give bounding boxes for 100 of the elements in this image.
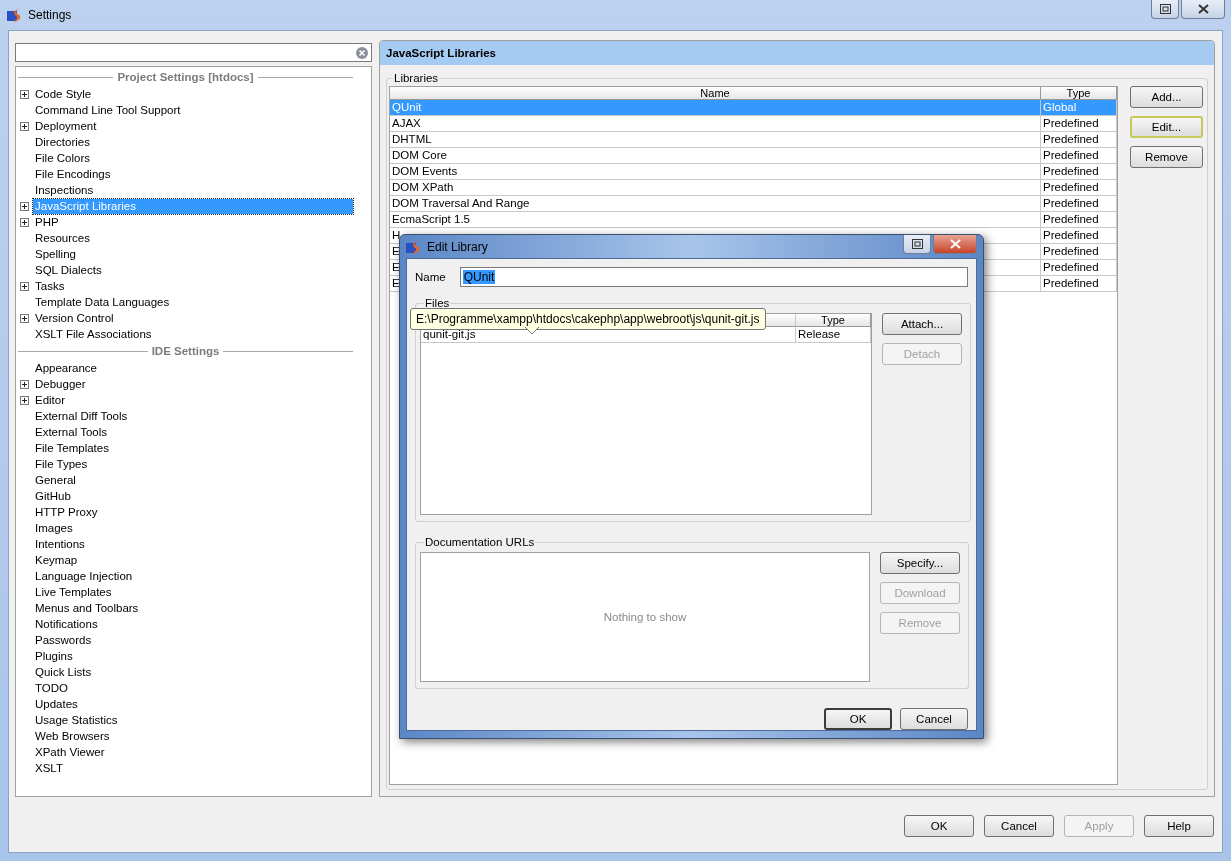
- tree-item[interactable]: Passwords: [33, 632, 94, 648]
- tree-item[interactable]: Web Browsers: [33, 728, 112, 744]
- expand-icon[interactable]: [20, 201, 29, 211]
- dialog-button[interactable]: Cancel: [984, 815, 1054, 837]
- tree-item[interactable]: External Diff Tools: [33, 408, 130, 424]
- tree-item[interactable]: External Tools: [33, 424, 110, 440]
- expand-icon[interactable]: [20, 313, 29, 323]
- tree-item[interactable]: TODO: [33, 680, 70, 696]
- tree-item[interactable]: Usage Statistics: [33, 712, 120, 728]
- tree-item[interactable]: Language Injection: [33, 568, 135, 584]
- tree-item[interactable]: File Encodings: [33, 166, 113, 182]
- table-cell: Predefined: [1043, 133, 1099, 145]
- table-cell: Predefined: [1043, 277, 1099, 289]
- table-cell[interactable]: E: [392, 245, 400, 257]
- table-cell[interactable]: H: [392, 229, 401, 241]
- action-button[interactable]: Remove: [1130, 146, 1203, 168]
- table-cell: Predefined: [1043, 197, 1099, 209]
- name-label: Name: [415, 271, 446, 283]
- tree-item[interactable]: XPath Viewer: [33, 744, 107, 760]
- expand-icon[interactable]: [20, 379, 29, 389]
- tree-item[interactable]: Tasks: [33, 278, 67, 294]
- tree-item[interactable]: General: [33, 472, 78, 488]
- table-cell[interactable]: EcmaScript 1.5: [392, 213, 470, 225]
- tree-item[interactable]: File Types: [33, 456, 90, 472]
- tree-item[interactable]: XSLT: [33, 760, 65, 776]
- table-cell[interactable]: DOM Events: [392, 165, 458, 177]
- table-cell: Predefined: [1043, 245, 1099, 257]
- expand-icon[interactable]: [20, 121, 29, 131]
- tree-item[interactable]: XSLT File Associations: [33, 326, 154, 342]
- table-cell[interactable]: DHTML: [392, 133, 432, 145]
- name-field[interactable]: QUnit: [459, 267, 968, 287]
- table-cell[interactable]: E: [392, 261, 400, 273]
- tree-item[interactable]: Images: [33, 520, 75, 536]
- tree-item[interactable]: Quick Lists: [33, 664, 94, 680]
- tree-item[interactable]: Intentions: [33, 536, 87, 552]
- group-label: Libraries: [393, 72, 440, 84]
- dialog-button[interactable]: Help: [1144, 815, 1214, 837]
- expand-icon[interactable]: [20, 281, 29, 291]
- tree-item[interactable]: Inspections: [33, 182, 96, 198]
- tree-item[interactable]: GitHub: [33, 488, 73, 504]
- close-icon: [949, 239, 961, 249]
- action-button[interactable]: Edit...: [1130, 116, 1203, 138]
- table-cell: Predefined: [1043, 117, 1099, 129]
- tree-item[interactable]: Editor: [33, 392, 68, 408]
- tree-item[interactable]: PHP: [33, 214, 61, 230]
- tree-item[interactable]: HTTP Proxy: [33, 504, 100, 520]
- group-label: Documentation URLs: [424, 536, 536, 548]
- table-cell[interactable]: DOM XPath: [392, 181, 454, 193]
- app-icon: [7, 7, 23, 23]
- tree-item[interactable]: Appearance: [33, 360, 100, 376]
- tree-item[interactable]: Notifications: [33, 616, 100, 632]
- column-header[interactable]: Type: [1041, 87, 1117, 100]
- table-cell: Predefined: [1043, 181, 1099, 193]
- clear-icon[interactable]: [356, 46, 368, 59]
- restore-icon: [1159, 4, 1171, 14]
- expand-icon[interactable]: [20, 395, 29, 405]
- tree-item[interactable]: Template Data Languages: [33, 294, 172, 310]
- app-icon: [406, 238, 422, 255]
- tree-item[interactable]: Deployment: [33, 118, 99, 134]
- tree-item[interactable]: Live Templates: [33, 584, 114, 600]
- action-button[interactable]: Attach...: [882, 313, 962, 335]
- search-field[interactable]: [15, 43, 372, 62]
- tree-item[interactable]: Directories: [33, 134, 92, 150]
- restore-button[interactable]: [903, 235, 931, 254]
- action-button[interactable]: Specify...: [880, 552, 960, 574]
- empty-message: Nothing to show: [603, 611, 687, 623]
- table-cell[interactable]: DOM Traversal And Range: [392, 197, 530, 209]
- close-button[interactable]: [933, 235, 977, 254]
- table-cell: Release: [796, 327, 871, 343]
- table-cell[interactable]: E: [392, 277, 400, 289]
- tree-item[interactable]: Spelling: [33, 246, 78, 262]
- table-cell[interactable]: DOM Core: [392, 149, 447, 161]
- dialog-button[interactable]: OK: [904, 815, 974, 837]
- restore-button[interactable]: [1151, 0, 1179, 19]
- dialog-button[interactable]: Cancel: [900, 708, 968, 730]
- restore-icon: [911, 239, 923, 249]
- dialog-button[interactable]: OK: [824, 708, 892, 730]
- tree-item[interactable]: Code Style: [33, 86, 94, 102]
- tree-item[interactable]: Debugger: [33, 376, 88, 392]
- table-cell: Predefined: [1043, 229, 1099, 241]
- expand-icon[interactable]: [20, 217, 29, 227]
- close-button[interactable]: [1181, 0, 1225, 19]
- tree-item[interactable]: Command Line Tool Support: [33, 102, 183, 118]
- table-cell: Predefined: [1043, 213, 1099, 225]
- section-header: Project Settings [htdocs]: [117, 71, 254, 83]
- tree-item[interactable]: Keymap: [33, 552, 80, 568]
- table-cell[interactable]: AJAX: [392, 117, 421, 129]
- tree-item[interactable]: Version Control: [33, 310, 116, 326]
- column-header[interactable]: Type: [796, 314, 871, 327]
- tree-item[interactable]: File Colors: [33, 150, 92, 166]
- tree-item[interactable]: SQL Dialects: [33, 262, 104, 278]
- action-button[interactable]: Add...: [1130, 86, 1203, 108]
- tree-item[interactable]: Updates: [33, 696, 80, 712]
- tree-item[interactable]: Menus and Toolbars: [33, 600, 141, 616]
- dialog-title: Edit Library: [427, 239, 488, 254]
- tree-item[interactable]: Plugins: [33, 648, 75, 664]
- expand-icon[interactable]: [20, 89, 29, 99]
- tree-item[interactable]: File Templates: [33, 440, 111, 456]
- tree-item[interactable]: Resources: [33, 230, 92, 246]
- column-header[interactable]: Name: [390, 87, 1041, 100]
